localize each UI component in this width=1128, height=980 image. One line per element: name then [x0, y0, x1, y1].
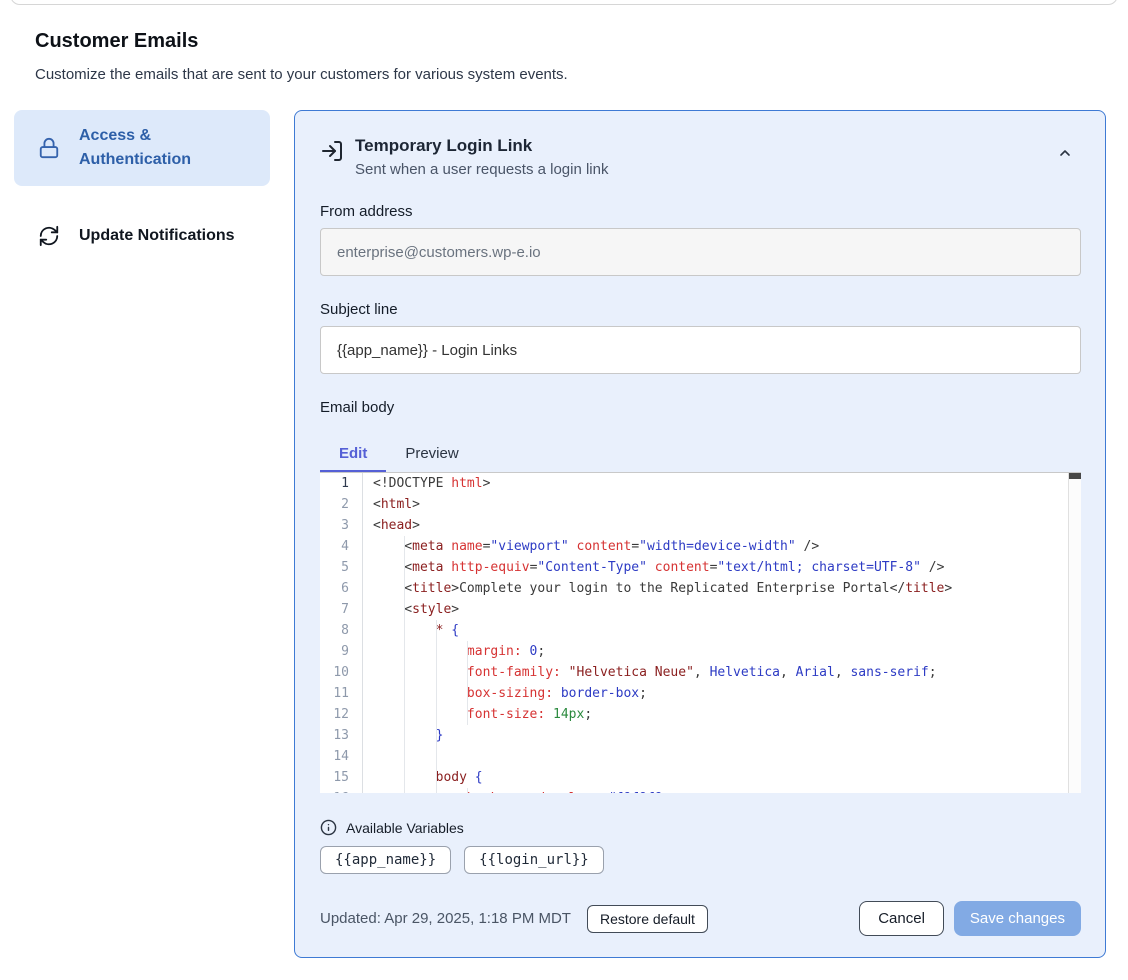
line-number: 3	[320, 515, 363, 536]
panel-header: Temporary Login Link Sent when a user re…	[320, 135, 1081, 178]
code-content: font-family: "Helvetica Neue", Helvetica…	[363, 662, 1081, 683]
line-number: 5	[320, 557, 363, 578]
sidebar-item-update-notifications[interactable]: Update Notifications	[14, 210, 270, 262]
email-types-sidebar: Access & Authentication Update Notificati…	[14, 110, 270, 286]
editor-scrollbar[interactable]	[1068, 473, 1081, 793]
code-line: 13 }	[320, 725, 1081, 746]
line-number: 6	[320, 578, 363, 599]
restore-default-button[interactable]: Restore default	[587, 905, 708, 933]
code-content: <meta http-equiv="Content-Type" content=…	[363, 557, 1081, 578]
panel-title: Temporary Login Link	[355, 135, 608, 157]
code-content: <style>	[363, 599, 1081, 620]
line-number: 8	[320, 620, 363, 641]
updated-timestamp: Updated: Apr 29, 2025, 1:18 PM MDT	[320, 910, 571, 927]
code-line: 6 <title>Complete your login to the Repl…	[320, 578, 1081, 599]
code-content: body {	[363, 767, 1081, 788]
tab-edit[interactable]: Edit	[320, 437, 386, 472]
line-number: 4	[320, 536, 363, 557]
panel-subtitle: Sent when a user requests a login link	[355, 161, 608, 178]
info-icon	[320, 819, 337, 836]
code-line: 9 margin: 0;	[320, 641, 1081, 662]
line-number: 9	[320, 641, 363, 662]
refresh-icon	[38, 225, 60, 247]
code-line: 7 <style>	[320, 599, 1081, 620]
sidebar-item-label: Update Notifications	[79, 224, 235, 248]
line-number: 16	[320, 788, 363, 793]
available-variables-header: Available Variables	[320, 819, 1081, 836]
code-content: <meta name="viewport" content="width=dev…	[363, 536, 1081, 557]
line-number: 11	[320, 683, 363, 704]
code-line: 4 <meta name="viewport" content="width=d…	[320, 536, 1081, 557]
code-content: * {	[363, 620, 1081, 641]
variable-chip-app-name[interactable]: {{app_name}}	[320, 846, 451, 874]
previous-section-card-edge	[10, 0, 1118, 5]
line-number: 2	[320, 494, 363, 515]
code-content: box-sizing: border-box;	[363, 683, 1081, 704]
code-content: font-size: 14px;	[363, 704, 1081, 725]
code-line: 3<head>	[320, 515, 1081, 536]
code-content: <head>	[363, 515, 1081, 536]
page-subtitle: Customize the emails that are sent to yo…	[35, 66, 568, 83]
from-address-label: From address	[320, 203, 1081, 220]
variable-chips: {{app_name}} {{login_url}}	[320, 846, 1081, 874]
line-number: 10	[320, 662, 363, 683]
from-address-input[interactable]	[320, 228, 1081, 276]
code-line: 11 box-sizing: border-box;	[320, 683, 1081, 704]
cancel-button[interactable]: Cancel	[859, 901, 944, 936]
panel-footer: Updated: Apr 29, 2025, 1:18 PM MDT Resto…	[320, 901, 1081, 936]
email-body-label: Email body	[320, 399, 1081, 416]
line-number: 14	[320, 746, 363, 767]
editor-tabs: EditPreview	[320, 437, 1081, 472]
line-number: 12	[320, 704, 363, 725]
save-changes-button[interactable]: Save changes	[954, 901, 1081, 936]
subject-line-label: Subject line	[320, 301, 1081, 318]
available-variables-label: Available Variables	[346, 820, 464, 836]
sidebar-item-label: Access & Authentication	[79, 124, 260, 172]
line-number: 13	[320, 725, 363, 746]
subject-line-input[interactable]	[320, 326, 1081, 374]
code-line: 10 font-family: "Helvetica Neue", Helvet…	[320, 662, 1081, 683]
lock-icon	[38, 137, 60, 159]
code-line: 8 * {	[320, 620, 1081, 641]
collapse-button[interactable]	[1049, 137, 1081, 172]
code-content	[363, 746, 1081, 767]
page-title: Customer Emails	[35, 30, 198, 53]
variable-chip-login-url[interactable]: {{login_url}}	[464, 846, 604, 874]
line-number: 7	[320, 599, 363, 620]
tab-preview[interactable]: Preview	[386, 437, 477, 472]
email-settings-panel: Temporary Login Link Sent when a user re…	[294, 110, 1106, 958]
code-line: 1<!DOCTYPE html>	[320, 473, 1081, 494]
code-line: 5 <meta http-equiv="Content-Type" conten…	[320, 557, 1081, 578]
code-content: <html>	[363, 494, 1081, 515]
code-content: <!DOCTYPE html>	[363, 473, 1081, 494]
log-in-icon	[320, 139, 344, 163]
code-content: <title>Complete your login to the Replic…	[363, 578, 1081, 599]
code-content: margin: 0;	[363, 641, 1081, 662]
code-line: 12 font-size: 14px;	[320, 704, 1081, 725]
line-number: 1	[320, 473, 363, 494]
chevron-up-icon	[1057, 145, 1073, 164]
editor-scrollbar-thumb[interactable]	[1069, 473, 1081, 479]
code-content: }	[363, 725, 1081, 746]
line-number: 15	[320, 767, 363, 788]
code-line: 2<html>	[320, 494, 1081, 515]
code-line: 15 body {	[320, 767, 1081, 788]
code-line: 16 background-color: #f9f9f9;	[320, 788, 1081, 793]
sidebar-item-access-authentication[interactable]: Access & Authentication	[14, 110, 270, 186]
email-body-code-editor[interactable]: 1<!DOCTYPE html>2<html>3<head>4 <meta na…	[320, 472, 1081, 793]
code-content: background-color: #f9f9f9;	[363, 788, 1081, 793]
code-line: 14	[320, 746, 1081, 767]
